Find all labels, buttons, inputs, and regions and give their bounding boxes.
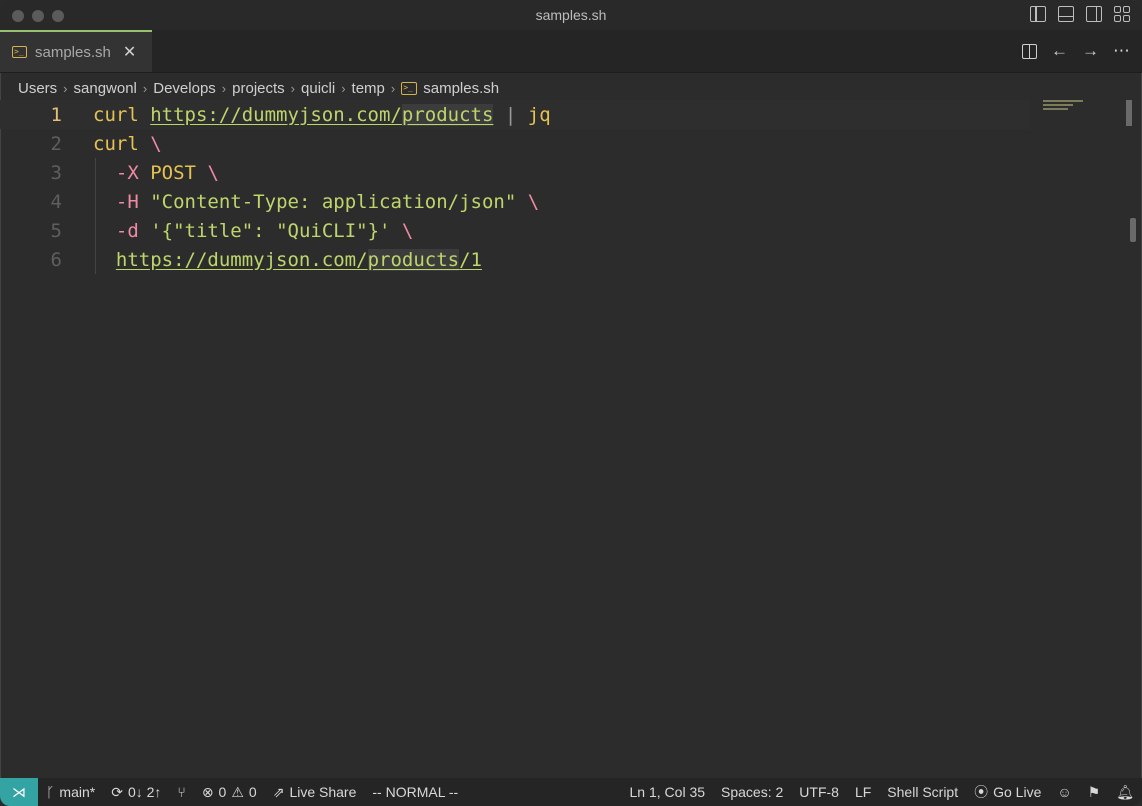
split-editor-icon[interactable] [1022, 43, 1037, 59]
breadcrumb-item[interactable]: Users [18, 80, 57, 97]
tab-bar: >_ samples.sh ✕ ← → ⋯ [0, 30, 1142, 73]
line-number: 4 [50, 190, 62, 213]
language-label: Shell Script [887, 784, 959, 800]
branch-status[interactable]: ᚴ main* [38, 784, 103, 800]
go-back-icon[interactable]: ← [1051, 42, 1068, 60]
terminal-file-icon: >_ [12, 46, 27, 58]
code-line[interactable]: 6 https://dummyjson.com/products/1 [0, 245, 1030, 274]
go-forward-icon[interactable]: → [1082, 42, 1099, 60]
editor-actions: ← → ⋯ [1022, 42, 1130, 60]
tab-samples-sh[interactable]: >_ samples.sh ✕ [0, 30, 152, 72]
error-count: 0 [218, 784, 227, 800]
live-share-button[interactable]: ⇗ Live Share [265, 784, 365, 801]
chevron-right-icon: › [63, 80, 68, 96]
code-line[interactable]: 4 -H "Content-Type: application/json" \ [0, 187, 1030, 216]
copilot-button[interactable]: ☺ [1049, 784, 1079, 800]
line-number: 3 [50, 161, 62, 184]
git-compare-icon: ⑂ [177, 784, 186, 800]
encoding-label: UTF-8 [799, 784, 839, 800]
breadcrumb: Users › sangwonl › Develops › projects ›… [18, 77, 499, 99]
breadcrumb-item[interactable]: projects [232, 80, 285, 97]
code-line[interactable]: 2 curl \ [0, 129, 1030, 158]
vim-mode: -- NORMAL -- [364, 784, 466, 800]
encoding[interactable]: UTF-8 [791, 784, 847, 800]
code-text: -H "Content-Type: application/json" \ [115, 190, 540, 213]
cursor-position-label: Ln 1, Col 35 [629, 784, 706, 800]
broadcast-icon: ⦿ [974, 784, 989, 800]
sync-status[interactable]: ⟳ 0↓ 2↑ [103, 784, 169, 801]
error-icon: ⊗ [201, 783, 214, 800]
warning-icon: ⚠ [231, 783, 244, 800]
sync-counts: 0↓ 2↑ [127, 784, 162, 800]
copilot-icon: ☺ [1057, 784, 1072, 800]
warning-count: 0 [248, 784, 257, 800]
window-title: samples.sh [535, 7, 607, 23]
chevron-right-icon: › [290, 80, 296, 96]
minimap[interactable] [1043, 100, 1125, 114]
editor-window: samples.sh >_ samples.sh ✕ ← → ⋯ Users ›… [0, 0, 1142, 806]
feedback-button[interactable]: ⚑ [1080, 784, 1109, 801]
tab-label: samples.sh [35, 43, 111, 61]
toggle-sidebar-icon[interactable] [1030, 6, 1046, 22]
code-text: curl https://dummyjson.com/products | jq [93, 103, 551, 126]
go-live-label: Go Live [993, 784, 1042, 800]
bell-icon: 🔔︎ [1116, 783, 1134, 800]
breadcrumb-item[interactable]: sangwonl [74, 80, 137, 97]
terminal-file-icon: >_ [401, 81, 418, 95]
problems-status[interactable]: ⊗ 0 ⚠ 0 [194, 784, 265, 801]
code-text: -X POST \ [115, 161, 219, 184]
indentation[interactable]: Spaces: 2 [713, 784, 791, 800]
go-live-button[interactable]: ⦿ Go Live [966, 782, 1049, 802]
end-of-line[interactable]: LF [847, 784, 879, 800]
live-share-icon: ⇗ [272, 783, 285, 800]
code-line[interactable]: 3 -X POST \ [0, 158, 1030, 187]
layout-controls [1030, 6, 1130, 22]
chevron-right-icon: › [142, 80, 148, 96]
sync-icon: ⟳ [111, 783, 123, 800]
chevron-right-icon: › [341, 80, 346, 96]
toggle-panel-icon[interactable] [1058, 6, 1074, 22]
git-compare-status[interactable]: ⑂ [169, 784, 193, 800]
chevron-right-icon: › [390, 80, 396, 96]
language-mode[interactable]: Shell Script [879, 784, 966, 800]
code-text: curl \ [93, 132, 162, 155]
code-text: https://dummyjson.com/products/1 [115, 248, 482, 271]
vim-mode-label: -- NORMAL -- [372, 784, 459, 800]
cursor-position[interactable]: Ln 1, Col 35 [622, 784, 714, 800]
indentation-label: Spaces: 2 [721, 784, 784, 800]
remote-indicator[interactable]: ⋊ [0, 778, 38, 806]
line-number: 2 [50, 132, 62, 155]
breadcrumb-item[interactable]: Develops [153, 80, 216, 97]
line-number: 1 [50, 103, 62, 126]
scrollbar-thumb[interactable] [1126, 100, 1132, 126]
line-number: 6 [50, 248, 62, 271]
notifications-button[interactable]: 🔔︎ [1108, 784, 1142, 801]
code-text: -d '{"title": "QuiCLI"}' \ [115, 219, 414, 242]
branch-name: main* [59, 784, 96, 800]
feedback-icon: ⚑ [1087, 783, 1101, 800]
breadcrumb-item[interactable]: samples.sh [423, 80, 499, 97]
scrollbar-marker[interactable] [1130, 218, 1136, 242]
chevron-right-icon: › [221, 80, 227, 96]
remote-icon: ⋊ [12, 783, 26, 800]
line-number: 5 [50, 219, 62, 242]
status-bar: ⋊ ᚴ main* ⟳ 0↓ 2↑ ⑂ ⊗ 0 ⚠ 0 ⇗ Live Share… [0, 778, 1142, 806]
breadcrumb-item[interactable]: temp [352, 80, 385, 97]
code-line[interactable]: 5 -d '{"title": "QuiCLI"}' \ [0, 216, 1030, 245]
close-tab-icon[interactable]: ✕ [123, 42, 136, 62]
code-editor[interactable]: 1 curl https://dummyjson.com/products | … [0, 100, 1142, 776]
live-share-label: Live Share [289, 784, 357, 800]
customize-layout-icon[interactable] [1114, 6, 1130, 22]
toggle-secondary-sidebar-icon[interactable] [1086, 6, 1102, 22]
git-branch-icon: ᚴ [46, 784, 55, 800]
breadcrumb-item[interactable]: quicli [301, 80, 335, 97]
more-actions-icon[interactable]: ⋯ [1113, 42, 1130, 60]
title-bar: samples.sh [0, 0, 1142, 30]
eol-label: LF [854, 784, 872, 800]
code-line[interactable]: 1 curl https://dummyjson.com/products | … [0, 100, 1030, 129]
